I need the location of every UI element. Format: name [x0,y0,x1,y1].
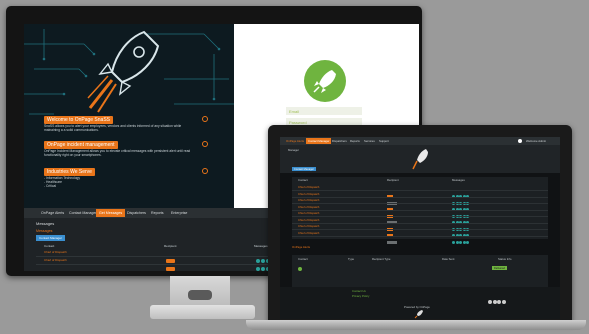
row-name: Chief of Dispatch [298,217,320,222]
next-arrow-icon[interactable] [202,116,208,122]
row-name: Chief of Dispatch [298,185,320,189]
laptop-footer: Contact Us Privacy Policy Powered by OnP… [280,287,560,319]
row-name: Chief of Dispatch [298,204,320,209]
table-header: Recipient [164,244,177,248]
rocket-small-icon [414,310,423,319]
table-row[interactable]: Chief of Dispatch [36,249,306,263]
lap-nav-tab[interactable]: Services [362,138,377,144]
recipient-badge [166,258,175,271]
alerts-section: OnPage Alerts Contact Type Recipient Typ… [292,245,548,287]
hero-item-text: OnPage Incident Management allows you to… [44,149,191,158]
laptop-topbar: OnPage Alerts Contact Manager Dispatcher… [280,137,560,145]
hero-item-title: Welcome to OnPage SnaSS [44,116,113,124]
logo-circle [304,60,346,102]
contact-manager-badge[interactable]: Contact Manager [292,167,316,171]
row-name: Chief of Dispatch [298,191,320,196]
laptop-header: Manager Contact Manager [280,145,560,173]
user-label[interactable]: Welcome Admin [524,138,548,144]
table-header: Contact [298,257,308,261]
footer-link[interactable]: Privacy Policy [352,294,369,298]
footer-link[interactable]: Contact Us [352,289,366,293]
row-name: Chief of Dispatch [44,250,67,254]
status-badge: Delivered [492,266,507,270]
message-icons[interactable] [452,231,470,249]
hero-item-title: OnPage incident management [44,141,118,149]
rocket-icon [412,149,428,170]
table-header: Date Sent [442,257,455,261]
user-avatar-icon[interactable] [518,139,522,143]
lap-nav-tab[interactable]: Support [377,138,391,144]
section-title: OnPage Alerts [292,245,311,249]
lap-nav-tab[interactable]: Reports [348,138,362,144]
nav-tab[interactable]: Dispatchers [124,209,149,217]
table-header: Contact [44,244,55,248]
table-header: Recipient [387,178,399,182]
email-input[interactable]: Email [286,107,362,115]
table-header: Type [348,257,355,261]
nav-tab-active[interactable]: Get Messages [96,209,126,217]
nav-tab[interactable]: Enterprise [168,209,190,217]
lap-nav-tab[interactable]: Dispatchers [330,138,349,144]
contact-manager-button[interactable]: Contact Manager [36,235,66,241]
table-row[interactable]: Chief of Dispatch [36,257,306,271]
monitor-stand-hole [188,290,212,300]
status-dot-icon [298,267,302,271]
laptop: OnPage Alerts Contact Manager Dispatcher… [268,125,572,323]
nav-tab[interactable]: Contact Manager [66,209,100,217]
table-header: Recipient Type [372,257,391,261]
brand-label[interactable]: OnPage Alerts [284,138,306,144]
table-header: Contact [298,178,308,182]
table-header: Messages [452,178,465,182]
row-name: Chief of Dispatch [298,198,320,202]
recipient-badge [387,231,397,249]
row-name: Chief of Dispatch [298,230,320,235]
contacts-table: Contact Recipient Messages Chief of Disp… [292,177,548,244]
row-name: Chief of Dispatch [298,224,320,228]
nav-tab[interactable]: OnPage Alerts [38,209,67,217]
next-arrow-icon[interactable] [202,168,208,174]
hero-item-text: - Information Technology - Healthcare - … [44,176,81,189]
hero-item-text: SnaSS allows you to alert your employees… [44,124,182,133]
table-header: Messages [254,244,268,248]
rocket-logo-icon [313,70,336,93]
table-row[interactable]: Chief of Dispatch [292,230,548,244]
nav-tab[interactable]: Reports [148,209,167,217]
page-title: Manager [288,148,300,152]
laptop-base [246,320,586,330]
social-icons[interactable] [488,291,506,309]
rocket-illustration [87,30,160,113]
next-arrow-icon[interactable] [202,141,208,147]
hero-item-title: Industries We Serve [44,168,95,176]
laptop-screen: OnPage Alerts Contact Manager Dispatcher… [280,137,560,319]
hero-panel: Welcome to OnPage SnaSS SnaSS allows you… [24,24,234,208]
section-label: Messages [36,229,53,233]
lap-nav-tab-active[interactable]: Contact Manager [306,138,332,144]
row-name: Chief of Dispatch [44,258,67,262]
table-header: Status Info [498,257,512,261]
page-title: Messages [36,221,55,226]
monitor-stand-base [150,305,255,319]
row-name: Chief of Dispatch [298,211,320,215]
